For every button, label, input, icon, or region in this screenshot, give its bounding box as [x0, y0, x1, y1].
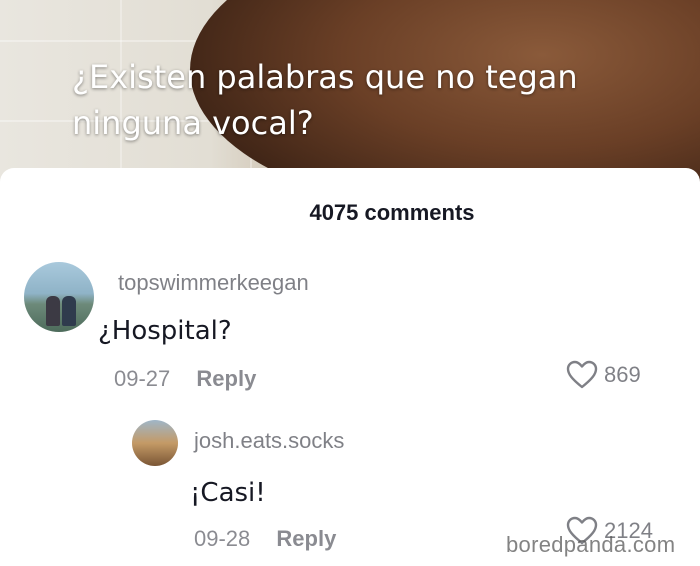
comment-meta: 09-27 Reply [114, 366, 256, 392]
comment-text: ¿Hospital? [98, 316, 232, 346]
comment-date: 09-28 [194, 526, 251, 551]
like-button[interactable]: 869 [566, 360, 641, 390]
avatar-person [46, 296, 60, 326]
like-count: 869 [604, 362, 641, 387]
comment-username[interactable]: josh.eats.socks [194, 428, 344, 454]
comment-meta: 09-28 Reply [194, 526, 336, 552]
heart-outline-icon [566, 360, 598, 389]
reply-button[interactable]: Reply [276, 526, 336, 551]
comment-text: ¡Casi! [190, 478, 266, 508]
reply-button[interactable]: Reply [196, 366, 256, 391]
avatar-person [62, 296, 76, 326]
watermark: boredpanda.com [506, 532, 676, 557]
video-caption: ¿Existen palabras que no tegan ninguna v… [72, 58, 578, 142]
avatar[interactable] [24, 262, 94, 332]
comment-username[interactable]: topswimmerkeegan [118, 270, 309, 296]
avatar[interactable] [132, 420, 178, 466]
comments-count: 4075 comments [309, 200, 475, 225]
comment-date: 09-27 [114, 366, 171, 391]
